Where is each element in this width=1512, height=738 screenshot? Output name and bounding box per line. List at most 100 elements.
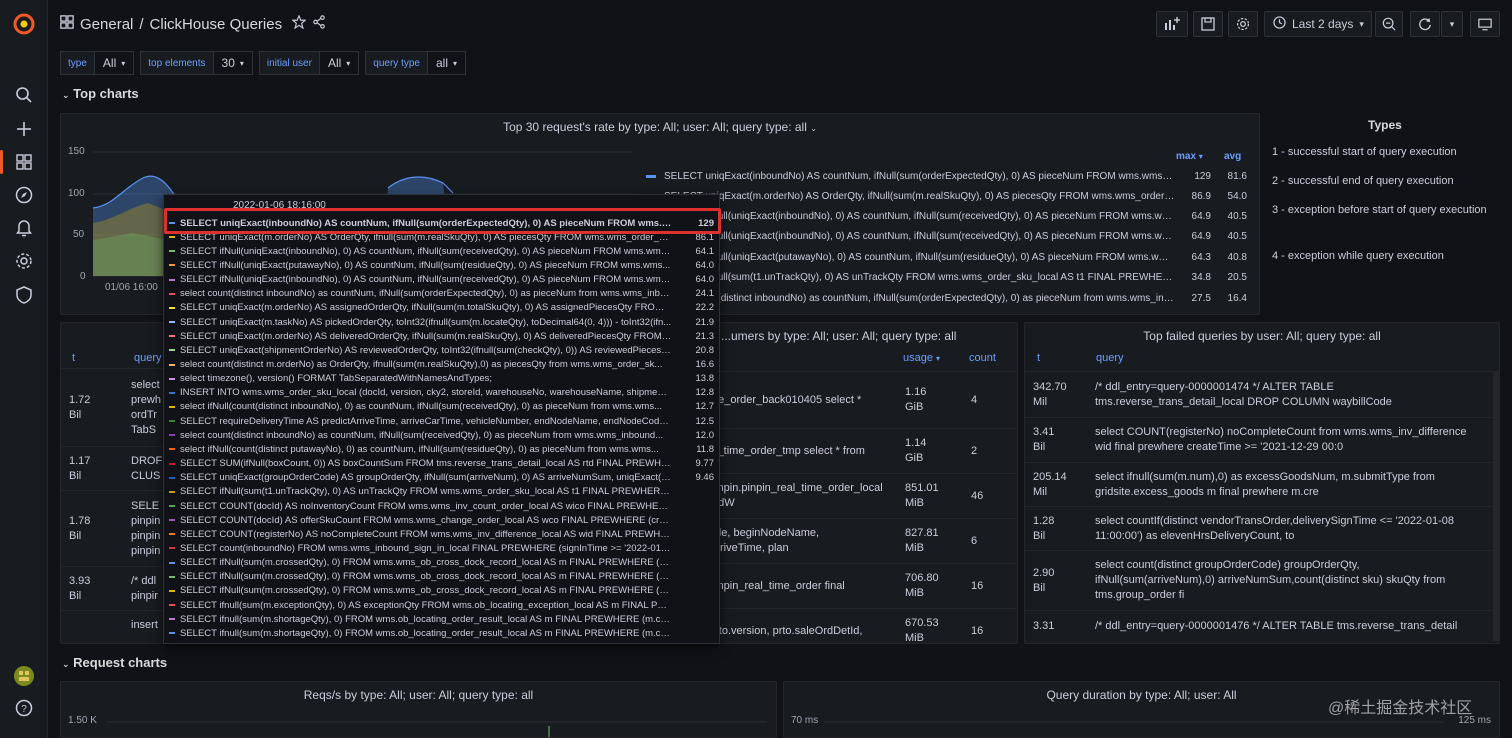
table-row[interactable]: 205.14 Mil select ifnull(sum(m.num),0) as… <box>1025 462 1495 507</box>
table-row[interactable]: me_order_back010405 select * 1.16 GiB 4 <box>701 371 1017 429</box>
cell-usage: 1.14 GiB <box>897 428 963 474</box>
legend-max: 34.8 <box>1191 271 1211 283</box>
column-header-query[interactable]: query <box>1096 352 1124 364</box>
failed-queries-table: 342.70 Mil/* ddl_entry=query-0000001474 … <box>1025 371 1495 643</box>
legend-header-max[interactable]: max ▾ <box>1176 151 1203 162</box>
legend-item[interactable]: select count(distinct inboundNo) as coun… <box>646 288 1247 308</box>
table-row[interactable]: orto.version, prto.saleOrdDetId, 670.53 M… <box>701 608 1017 643</box>
cell-query: /* ddl_entry=query-0000001476 */ ALTER T… <box>1087 610 1495 643</box>
gear-icon[interactable] <box>12 249 36 273</box>
cell-query: pinpin.pinpin_real_time_order_local tedW <box>701 473 897 519</box>
template-variables: type All ▾ top elements 30 ▾ initial user … <box>60 51 467 75</box>
cell-t: 3.31 <box>1025 610 1087 643</box>
tooltip-value: 24.1 <box>695 288 715 300</box>
add-panel-button[interactable] <box>1156 11 1188 37</box>
table-row[interactable]: 2.90 Bil select count(distinct groupOrder… <box>1025 550 1495 611</box>
legend-item[interactable]: SELECT uniqExact(m.orderNo) AS OrderQty,… <box>646 186 1247 206</box>
cell-usage: 851.01 MiB <box>897 473 963 519</box>
save-button[interactable] <box>1193 11 1223 37</box>
chevron-down-icon: ▾ <box>121 58 126 68</box>
panel-title[interactable]: Top 30 request's rate by type: All; user… <box>61 120 1259 134</box>
bell-icon[interactable] <box>12 216 36 240</box>
legend-avg: 54.0 <box>1227 190 1247 202</box>
tooltip-row: SELECT ifNull(uniqExact(putawayNo), 0) A… <box>169 258 714 272</box>
grafana-logo-icon[interactable] <box>12 12 36 36</box>
tv-mode-button[interactable] <box>1470 11 1500 37</box>
cell-usage: 706.80 MiB <box>897 563 963 609</box>
scrollbar[interactable] <box>1493 371 1499 641</box>
variable-value: All <box>102 56 117 70</box>
shield-icon[interactable] <box>12 283 36 307</box>
tooltip-query: SELECT count(inboundNo) FROM wms.wms_inb… <box>180 542 672 554</box>
plus-icon[interactable] <box>12 117 36 141</box>
refresh-button[interactable] <box>1410 11 1440 37</box>
row-top-charts[interactable]: ⌄ Top charts <box>62 86 139 101</box>
table-row[interactable]: 342.70 Mil/* ddl_entry=query-0000001474 … <box>1025 371 1495 418</box>
y-tick: 0 <box>80 271 86 282</box>
tooltip-swatch <box>169 618 175 621</box>
breadcrumb-folder[interactable]: General <box>80 16 133 33</box>
settings-button[interactable] <box>1228 11 1258 37</box>
table-row[interactable]: 1.28 Bil select countIf(distinct vendorTr… <box>1025 506 1495 551</box>
dashboards-icon[interactable] <box>0 150 36 174</box>
legend-item[interactable]: SELECT uniqExact(inboundNo) AS countNum,… <box>646 166 1247 186</box>
panel-title[interactable]: Top failed queries by user: All; query t… <box>1025 329 1499 343</box>
tooltip-query: INSERT INTO wms.wms_order_sku_local (doc… <box>180 387 672 399</box>
tooltip-row: select timezone(), version() FORMAT TabS… <box>169 372 714 386</box>
legend-item[interactable]: SELECT ifNull(uniqExact(inboundNo), 0) A… <box>646 226 1247 246</box>
variable-top-elements: top elements 30 ▾ <box>140 51 253 75</box>
time-picker-button[interactable]: Last 2 days ▾ <box>1264 11 1372 37</box>
panel-title[interactable]: ...umers by type: All; user: All; query … <box>721 329 956 343</box>
query-duration-graph[interactable] <box>824 718 1444 738</box>
tooltip-swatch <box>169 476 175 479</box>
table-row[interactable]: al_time_order_tmp select * from 1.14 GiB 2 <box>701 428 1017 474</box>
cell-usage: 1.16 GiB <box>897 371 963 429</box>
legend-item[interactable]: SELECT ifNull(sum(t1.unTrackQty), 0) AS … <box>646 267 1247 287</box>
legend-max: 129 <box>1194 170 1211 182</box>
column-header-t[interactable]: t <box>1037 352 1040 364</box>
zoom-out-button[interactable] <box>1375 11 1403 37</box>
cell-t <box>61 610 123 641</box>
tooltip-row: SELECT ifNull(sum(m.crossedQty), 0) FROM… <box>169 584 714 598</box>
column-header-count[interactable]: count <box>969 352 996 364</box>
compass-icon[interactable] <box>12 183 36 207</box>
type-item: 4 - exception while query execution <box>1272 250 1444 262</box>
legend-item[interactable]: SELECT ifNull(uniqExact(putawayNo), 0) A… <box>646 247 1247 267</box>
tooltip-swatch <box>169 335 175 338</box>
usage-header-label: usage <box>903 352 933 364</box>
tooltip-query: SELECT ifnull(sum(m.shortageQty), 0) FRO… <box>180 613 672 625</box>
legend-item[interactable]: SELECT ifNull(uniqExact(inboundNo), 0) A… <box>646 206 1247 226</box>
tooltip-swatch <box>169 604 175 607</box>
chevron-down-icon: ▾ <box>1359 18 1364 29</box>
refresh-interval-dropdown[interactable]: ▾ <box>1441 11 1463 37</box>
tooltip-row: SELECT uniqExact(m.orderNo) AS delivered… <box>169 329 714 343</box>
column-header-usage[interactable]: usage ▾ <box>903 352 940 364</box>
column-header-t[interactable]: t <box>72 352 75 364</box>
table-row[interactable]: 3.41 Bil select COUNT(registerNo) noCompl… <box>1025 417 1495 463</box>
memory-consumers-panel: ...umers by type: All; user: All; query … <box>700 322 1018 644</box>
variable-select[interactable]: All ▾ <box>319 51 360 75</box>
avatar[interactable] <box>12 664 36 688</box>
dashboard-title[interactable]: ClickHouse Queries <box>150 16 283 33</box>
star-icon[interactable] <box>291 14 307 33</box>
tooltip-swatch <box>169 519 175 522</box>
variable-select[interactable]: 30 ▾ <box>213 51 253 75</box>
variable-select[interactable]: All ▾ <box>94 51 135 75</box>
search-icon[interactable] <box>12 83 36 107</box>
legend-header-avg[interactable]: avg <box>1224 151 1241 162</box>
share-icon[interactable] <box>312 15 326 33</box>
table-row[interactable]: pinpin.pinpin_real_time_order_local tedW… <box>701 473 1017 519</box>
legend-query: SELECT uniqExact(inboundNo) AS countNum,… <box>664 170 1175 182</box>
panel-title[interactable]: Reqs/s by type: All; user: All; query ty… <box>61 688 776 702</box>
row-title: Top charts <box>73 86 139 101</box>
cell-usage: 670.53 MiB <box>897 608 963 643</box>
tooltip-row: SELECT COUNT(docId) AS offerSkuCount FRO… <box>169 513 714 527</box>
reqs-per-second-graph[interactable] <box>107 718 767 738</box>
variable-select[interactable]: all ▾ <box>428 51 467 75</box>
table-row[interactable]: ode, beginNodeName, ArriveTime, plan827.… <box>701 518 1017 564</box>
column-header-query[interactable]: query <box>134 352 162 364</box>
table-row[interactable]: 3.31/* ddl_entry=query-0000001476 */ ALT… <box>1025 610 1495 643</box>
table-row[interactable]: pinpin_real_time_order final 706.80 MiB 16 <box>701 563 1017 609</box>
help-icon[interactable]: ? <box>12 696 36 720</box>
row-request-charts[interactable]: ⌄ Request charts <box>62 655 167 670</box>
